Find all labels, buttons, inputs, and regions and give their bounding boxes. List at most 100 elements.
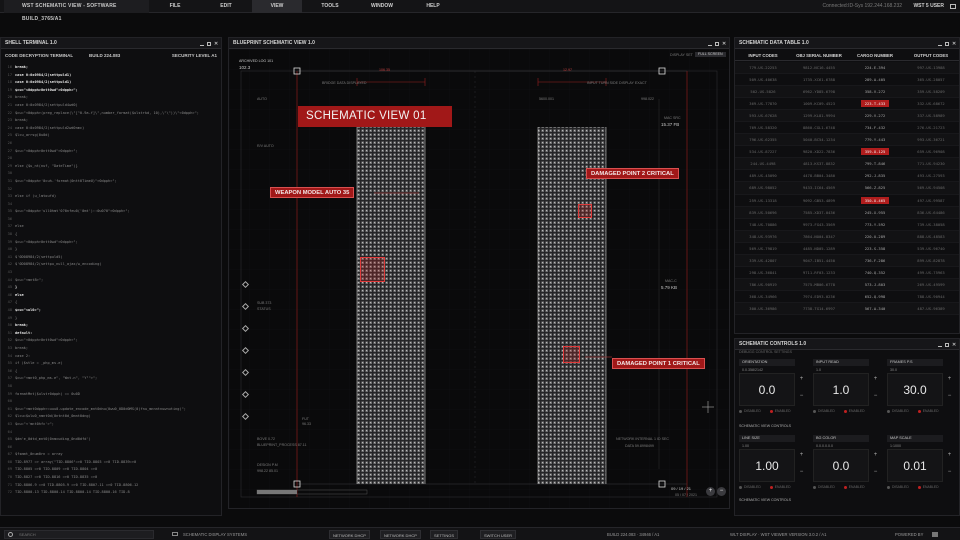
table-row[interactable]: 534-US-87227 9820-XD22-7836 359-O-125 659-U… (735, 146, 959, 159)
display-set-button[interactable]: FULL SCREEN (695, 52, 726, 57)
radio-enabled[interactable]: ENABLED (769, 485, 791, 489)
menu-edit[interactable]: EDIT (200, 0, 252, 13)
decrement-button[interactable]: − (798, 469, 805, 475)
table-row[interactable]: 298-US-36841 9711-RF03-1233 740-Q-352 499-U… (735, 267, 959, 279)
table-row[interactable]: 689-US-98052 9433-IC64-4569 566-Z-825 569-U… (735, 182, 959, 195)
search-input[interactable] (19, 531, 139, 538)
menu-tools[interactable]: TOOLS (302, 0, 358, 13)
callout-damaged-point-2[interactable]: DAMAGED POINT 2 CRITICAL (586, 168, 679, 179)
menu-file[interactable]: FILE (150, 0, 200, 13)
shell-output[interactable]: 16 break; 17 case 0:0x0984/2(settpuld1) 18 ca… (1, 64, 221, 511)
increment-button[interactable]: + (946, 376, 953, 382)
table-row[interactable]: 259-US-13318 9092-GB53-4899 350-U-465 497-U… (735, 195, 959, 207)
maximize-icon[interactable] (945, 41, 949, 46)
decrement-button[interactable]: − (872, 393, 879, 399)
line-text: $dm'e_0dtd_mnt0(0nmcuding_0nd0dfd') (15, 437, 91, 442)
user-icon[interactable] (950, 4, 956, 9)
table-row[interactable]: 339-US-42807 9047-IB51-4450 736-F-286 899-U… (735, 254, 959, 267)
table-row[interactable]: 368-US-34966 7974-ED93-0236 652-Q-998 788-U… (735, 291, 959, 303)
increment-button[interactable]: + (946, 452, 953, 458)
network-dhcp-button-2[interactable]: NETWORK DHCP (380, 530, 421, 539)
radio-disabled[interactable]: DISABLED (887, 409, 909, 413)
column-header[interactable]: CARGO NUMBER (847, 51, 903, 60)
close-icon[interactable]: ✕ (952, 41, 956, 46)
radio-enabled[interactable]: ENABLED (769, 409, 791, 413)
callout-weapon-model[interactable]: WEAPON MODEL AUTO 35 (270, 187, 355, 198)
close-icon[interactable]: ✕ (952, 342, 956, 347)
control-value-field[interactable]: 1.0 (813, 373, 869, 406)
radio-enabled[interactable]: ENABLED (917, 409, 939, 413)
control-value-field[interactable]: 1.00 (739, 449, 795, 482)
control-value-field[interactable]: 0.0 (813, 449, 869, 482)
line-text: } (15, 315, 18, 320)
damage-marker-2[interactable] (578, 204, 592, 218)
table-row[interactable]: 348-US-93976 7864-NO04-8347 220-U-289 888-U… (735, 230, 959, 243)
increment-button[interactable]: + (872, 452, 879, 458)
control-value-field[interactable]: 0.0 (739, 373, 795, 406)
line-number: 57 (7, 376, 12, 381)
radio-disabled[interactable]: DISABLED (739, 485, 761, 489)
menu-view[interactable]: VIEW (252, 0, 302, 13)
radio-disabled[interactable]: DISABLED (813, 485, 835, 489)
column-header[interactable]: INPUT CODES (735, 51, 791, 60)
table-row[interactable]: 569-US-79819 4485-ND05-1289 223-S-358 539-U… (735, 243, 959, 255)
settings-button[interactable]: SETTINGS (430, 530, 459, 539)
damage-marker-weapon[interactable] (360, 257, 385, 282)
radio-enabled[interactable]: ENABLED (843, 485, 865, 489)
table-row[interactable]: 489-US-45090 4478-BB04-3480 292-J-835 493-U… (735, 170, 959, 183)
table-row[interactable]: 244-US-4498 4813-KS37-8832 799-T-846 771-US… (735, 158, 959, 171)
radio-dot-icon (887, 485, 890, 489)
zoom-in-button[interactable]: + (706, 487, 715, 496)
increment-button[interactable]: + (798, 376, 805, 382)
increment-button[interactable]: + (798, 452, 805, 458)
table-row[interactable]: 769-US-58320 8860-CGL1-6748 734-F-432 276-U… (735, 122, 959, 135)
minimize-icon[interactable] (938, 343, 942, 347)
table-row[interactable]: 502-US-5826 6962-YD85-6798 358-V-272 359-US… (735, 86, 959, 99)
maximize-icon[interactable] (945, 342, 949, 347)
search-icon[interactable] (8, 532, 13, 537)
zoom-out-button[interactable]: − (717, 487, 726, 496)
damage-marker-1[interactable] (563, 346, 580, 363)
line-text: $cu="<'mnt0hfc'>"; (15, 421, 54, 426)
decrement-button[interactable]: − (798, 393, 805, 399)
maximize-icon[interactable] (715, 41, 719, 46)
column-header[interactable]: OUTPUT CODES (903, 51, 959, 60)
table-row[interactable]: 839-US-50696 7585-XD37-0436 245-X-955 836-U… (735, 206, 959, 219)
control-value-field[interactable]: 0.01 (887, 449, 943, 482)
minimize-icon[interactable] (938, 42, 942, 46)
table-row[interactable]: 509-US-40638 1735-XC61-6788 289-A-405 365-U… (735, 74, 959, 87)
table-row[interactable]: 300-US-36986 7738-TG14-6997 567-A-340 487-U… (735, 302, 959, 315)
menu-help[interactable]: HELP (406, 0, 460, 13)
menu-window[interactable]: WINDOW (358, 0, 406, 13)
radio-disabled[interactable]: DISABLED (739, 409, 761, 413)
radio-disabled[interactable]: DISABLED (813, 409, 835, 413)
control-value-field[interactable]: 30.0 (887, 373, 943, 406)
switch-user-button[interactable]: SWITCH USER (480, 530, 516, 539)
table-row[interactable]: 796-US-62355 5040-BC54-1234 779-Y-443 993-U… (735, 134, 959, 147)
close-icon[interactable]: ✕ (722, 41, 726, 46)
decrement-button[interactable]: − (872, 469, 879, 475)
increment-button[interactable]: + (872, 376, 879, 382)
table-row[interactable]: 779-US-22253 9812-NC16-4455 224-E-394 997-U… (735, 62, 959, 75)
radio-enabled[interactable]: ENABLED (843, 409, 865, 413)
table-row[interactable]: 786-US-90919 7575-MB06-6778 573-J-803 269-U… (735, 278, 959, 291)
line-number: 65 (7, 437, 12, 442)
maximize-icon[interactable] (207, 41, 211, 46)
radio-disabled[interactable]: DISABLED (887, 485, 909, 489)
line-number: 72 (7, 490, 12, 495)
table-row[interactable]: 593-US-67628 1299-KL81-9994 229-V-272 337-U… (735, 110, 959, 123)
blueprint-canvas[interactable]: ARCHIVED LOG 101 102.3 DISPLAY SET FULL … (229, 49, 729, 508)
decrement-button[interactable]: − (946, 393, 953, 399)
user-menu[interactable]: WST 5 USER (913, 0, 944, 13)
radio-enabled[interactable]: ENABLED (917, 485, 939, 489)
decrement-button[interactable]: − (946, 469, 953, 475)
column-header[interactable]: OBJ SERIAL NUMBER (791, 51, 847, 60)
minimize-icon[interactable] (708, 42, 712, 46)
close-icon[interactable]: ✕ (214, 41, 218, 46)
network-dhcp-button[interactable]: NETWORK DHCP (329, 530, 370, 539)
callout-damaged-point-1[interactable]: DAMAGED POINT 1 CRITICAL (612, 358, 705, 369)
line-number: 69 (7, 467, 12, 472)
table-row[interactable]: 748-US-70886 9973-FG43-3569 773-Y-592 739-U… (735, 219, 959, 231)
minimize-icon[interactable] (200, 42, 204, 46)
table-row[interactable]: 369-US-77870 1009-KC09-4523 223-T-433 332-U… (735, 98, 959, 111)
